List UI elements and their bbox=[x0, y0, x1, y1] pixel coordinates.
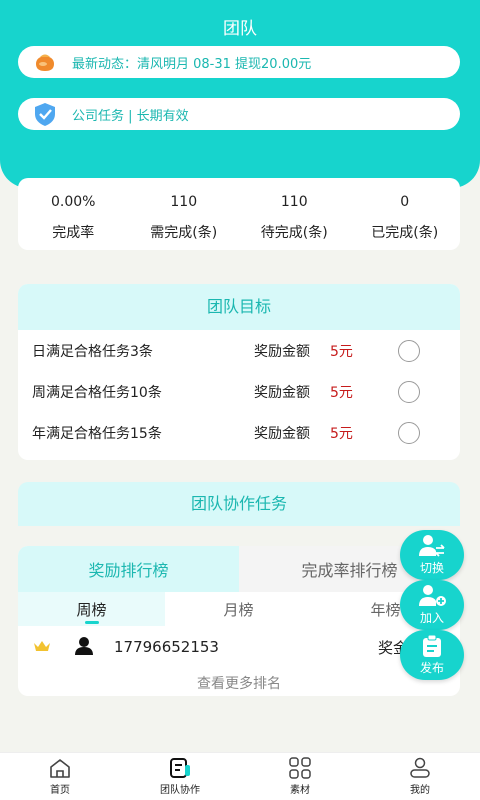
stat-value: 110 bbox=[170, 194, 198, 210]
team-goals-title: 团队目标 bbox=[18, 284, 460, 330]
grid-icon bbox=[289, 757, 311, 779]
page-title: 团队 bbox=[223, 19, 257, 39]
stat-value: 0 bbox=[400, 194, 410, 210]
ranking-tabs: 奖励排行榜 完成率排行榜 bbox=[18, 546, 460, 592]
switch-label: 切换 bbox=[419, 561, 444, 575]
goal-row: 日满足合格任务3条 奖励金额 5元 bbox=[18, 330, 460, 371]
switch-button[interactable]: 切换 bbox=[400, 530, 464, 580]
tab-label: 素材 bbox=[290, 785, 310, 796]
goal-row: 周满足合格任务10条 奖励金额 5元 bbox=[18, 371, 460, 412]
team-coop-card[interactable]: 团队协作任务 bbox=[18, 482, 460, 526]
tab-materials[interactable]: 素材 bbox=[240, 753, 360, 800]
goal-text: 年满足合格任务15条 bbox=[32, 425, 162, 442]
reward-amount: 5元 bbox=[330, 425, 353, 442]
bottom-tab-bar: 首页 团队协作 素材 我的 bbox=[0, 752, 480, 800]
goal-radio[interactable] bbox=[398, 339, 420, 362]
reward-amount: 5元 bbox=[330, 384, 353, 401]
money-bag-icon bbox=[32, 49, 58, 75]
clipboard-icon bbox=[423, 634, 441, 657]
tab-weekly[interactable]: 周榜 bbox=[18, 592, 165, 626]
tab-label: 我的 bbox=[410, 785, 430, 796]
tab-reward-ranking[interactable]: 奖励排行榜 bbox=[18, 546, 239, 592]
user-icon bbox=[410, 757, 430, 778]
avatar bbox=[74, 636, 94, 660]
stats-panel: 0.00% 完成率 110 需完成(条) 110 待完成(条) 0 已完成(条) bbox=[18, 178, 460, 250]
team-coop-title: 团队协作任务 bbox=[18, 482, 460, 526]
ranking-card: 奖励排行榜 完成率排行榜 周榜 月榜 年榜 17796652153 奖金 查看更… bbox=[18, 546, 460, 696]
reward-label: 奖励金额 bbox=[254, 384, 310, 401]
shield-icon bbox=[32, 101, 58, 127]
stat-pending: 110 待完成(条) bbox=[239, 178, 350, 250]
goal-text: 日满足合格任务3条 bbox=[32, 343, 153, 360]
stat-required: 110 需完成(条) bbox=[129, 178, 240, 250]
company-task-text: 公司任务 | 长期有效 bbox=[72, 108, 189, 124]
news-ticker[interactable]: 最新动态：清风明月 08-31 提现20.00元 bbox=[18, 46, 460, 78]
ranking-period-tabs: 周榜 月榜 年榜 bbox=[18, 592, 460, 626]
reward-label: 奖励金额 bbox=[254, 343, 310, 360]
goal-radio[interactable] bbox=[398, 380, 420, 403]
publish-button[interactable]: 发布 bbox=[400, 630, 464, 680]
tab-label: 首页 bbox=[50, 785, 70, 796]
stat-label: 已完成(条) bbox=[371, 225, 439, 241]
goal-row: 年满足合格任务15条 奖励金额 5元 bbox=[18, 412, 460, 453]
team-goals-card: 团队目标 日满足合格任务3条 奖励金额 5元 周满足合格任务10条 奖励金额 5… bbox=[18, 284, 460, 460]
reward-label: 奖励金额 bbox=[254, 425, 310, 442]
goal-text: 周满足合格任务10条 bbox=[32, 384, 162, 401]
stat-label: 完成率 bbox=[52, 225, 95, 241]
join-button[interactable]: 加入 bbox=[400, 580, 464, 630]
stat-label: 待完成(条) bbox=[260, 225, 328, 241]
home-icon bbox=[50, 759, 70, 778]
tab-home[interactable]: 首页 bbox=[0, 753, 120, 800]
stat-completed: 0 已完成(条) bbox=[350, 178, 461, 250]
user-add-icon bbox=[419, 585, 446, 606]
view-more-ranking[interactable]: 查看更多排名 bbox=[18, 668, 460, 696]
goal-radio[interactable] bbox=[398, 421, 420, 444]
reward-amount: 5元 bbox=[330, 343, 353, 360]
stat-value: 0.00% bbox=[51, 194, 96, 210]
tab-monthly[interactable]: 月榜 bbox=[165, 592, 312, 626]
tab-mine[interactable]: 我的 bbox=[360, 753, 480, 800]
tab-label: 团队协作 bbox=[160, 785, 200, 796]
header: 团队 最新动态：清风明月 08-31 提现20.00元 公司任务 | 长期有效 bbox=[0, 0, 480, 188]
news-text: 最新动态：清风明月 08-31 提现20.00元 bbox=[72, 56, 312, 72]
team-doc-icon bbox=[170, 758, 190, 778]
join-label: 加入 bbox=[419, 611, 444, 625]
publish-label: 发布 bbox=[419, 661, 444, 675]
stat-value: 110 bbox=[280, 194, 308, 210]
company-task-bar[interactable]: 公司任务 | 长期有效 bbox=[18, 98, 460, 130]
user-switch-icon bbox=[419, 535, 445, 557]
stat-completion-rate: 0.00% 完成率 bbox=[18, 178, 129, 250]
crown-icon bbox=[32, 638, 52, 658]
rank-phone: 17796652153 bbox=[114, 638, 219, 656]
tab-team-coop[interactable]: 团队协作 bbox=[120, 753, 240, 800]
table-row: 17796652153 奖金 bbox=[18, 626, 460, 668]
stat-label: 需完成(条) bbox=[150, 225, 218, 241]
